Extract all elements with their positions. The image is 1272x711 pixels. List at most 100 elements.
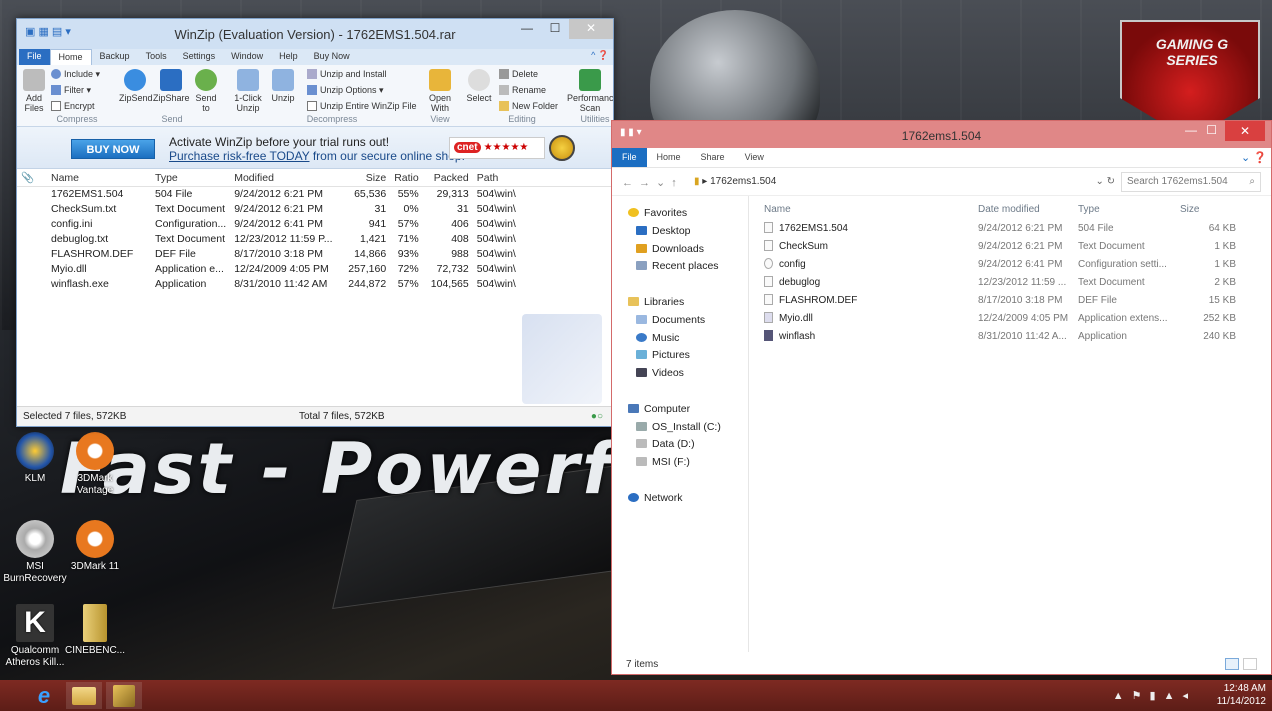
buy-now-button[interactable]: BUY NOW bbox=[71, 139, 155, 159]
one-click-unzip-button[interactable]: 1-Click Unzip bbox=[231, 69, 265, 113]
explorer-titlebar[interactable]: ▮ ▮ ▾ 1762ems1.504 — ☐ ✕ bbox=[612, 121, 1271, 148]
column-name[interactable]: Name bbox=[760, 200, 974, 219]
nav-recent-places[interactable]: Recent places bbox=[622, 258, 742, 276]
nav-desktop[interactable]: Desktop bbox=[622, 223, 742, 241]
column-size[interactable]: Size bbox=[338, 169, 391, 187]
table-row[interactable]: winflash 8/31/2010 11:42 A... Application 2… bbox=[760, 327, 1240, 345]
purchase-link[interactable]: Purchase risk-free TODAY bbox=[169, 149, 310, 163]
new-folder-button[interactable]: New Folder bbox=[499, 101, 558, 111]
table-row[interactable]: CheckSum 9/24/2012 6:21 PM Text Document 1 … bbox=[760, 237, 1240, 255]
file-explorer-taskbar-button[interactable] bbox=[66, 682, 102, 709]
table-row[interactable]: debuglog.txt Text Document 12/23/2012 11:5… bbox=[17, 232, 613, 247]
nav-downloads[interactable]: Downloads bbox=[622, 241, 742, 259]
nav-videos[interactable]: Videos bbox=[622, 365, 742, 383]
nav-documents[interactable]: Documents bbox=[622, 312, 742, 330]
table-row[interactable]: Myio.dll 12/24/2009 4:05 PM Application ex… bbox=[760, 309, 1240, 327]
large-icons-view-icon[interactable] bbox=[1243, 658, 1257, 670]
nav-music[interactable]: Music bbox=[622, 330, 742, 348]
include-dropdown[interactable]: Include ▾ bbox=[51, 69, 100, 80]
tab-file[interactable]: File bbox=[612, 148, 647, 167]
address-bar[interactable]: ▮ ▸ 1762ems1.504 bbox=[694, 174, 1092, 190]
tab-tools[interactable]: Tools bbox=[138, 49, 175, 65]
table-row[interactable]: FLASHROM.DEF 8/17/2010 3:18 PM DEF File 15 … bbox=[760, 291, 1240, 309]
tab-home[interactable]: Home bbox=[647, 148, 691, 167]
column-path[interactable]: Path bbox=[472, 169, 613, 187]
navigation-arrows[interactable]: ←→⌄↑ bbox=[622, 176, 683, 189]
nav-pictures[interactable]: Pictures bbox=[622, 347, 742, 365]
desktop-icon-3dmark-11[interactable]: 3DMark 11 bbox=[60, 520, 130, 573]
winzip-taskbar-button[interactable] bbox=[106, 682, 142, 709]
unzip-entire-checkbox[interactable]: Unzip Entire WinZip File bbox=[307, 101, 417, 111]
help-icon[interactable]: ⌄ ❓ bbox=[1241, 151, 1267, 164]
minimize-button[interactable]: — bbox=[1185, 123, 1197, 137]
select-button[interactable]: Select bbox=[465, 69, 493, 103]
nav-favorites[interactable]: Favorites bbox=[622, 205, 742, 223]
open-with-button[interactable]: Open With bbox=[425, 69, 455, 113]
table-row[interactable]: debuglog 12/23/2012 11:59 ... Text Documen… bbox=[760, 273, 1240, 291]
attach-icon-header[interactable]: 📎 bbox=[17, 169, 47, 187]
table-row[interactable]: config.ini Configuration... 9/24/2012 6:41… bbox=[17, 217, 613, 232]
maximize-button[interactable]: ☐ bbox=[1206, 123, 1217, 137]
table-row[interactable]: config 9/24/2012 6:41 PM Configuration set… bbox=[760, 255, 1240, 273]
clock[interactable]: 12:48 AM 11/14/2012 bbox=[1217, 682, 1266, 708]
tab-backup[interactable]: Backup bbox=[92, 49, 138, 65]
desktop-icon-3dmark-vantage[interactable]: 3DMark Vantage bbox=[60, 432, 130, 497]
column-type[interactable]: Type bbox=[151, 169, 231, 187]
tab-window[interactable]: Window bbox=[223, 49, 271, 65]
zipsend-button[interactable]: ZipSend bbox=[119, 69, 153, 103]
close-button[interactable]: ✕ bbox=[569, 19, 613, 39]
tab-home[interactable]: Home bbox=[49, 49, 92, 65]
unzip-button[interactable]: Unzip bbox=[269, 69, 297, 103]
column-size[interactable]: Size bbox=[1176, 200, 1240, 219]
encrypt-checkbox[interactable]: Encrypt bbox=[51, 101, 95, 111]
nav-computer[interactable]: Computer bbox=[622, 401, 742, 419]
details-view-icon[interactable] bbox=[1225, 658, 1239, 670]
column-ratio[interactable]: Ratio bbox=[390, 169, 423, 187]
nav-network[interactable]: Network bbox=[622, 490, 742, 508]
table-row[interactable]: winflash.exe Application 8/31/2010 11:42 A… bbox=[17, 277, 613, 292]
checkbox-icon bbox=[307, 101, 317, 111]
nav-libraries[interactable]: Libraries bbox=[622, 294, 742, 312]
table-row[interactable]: CheckSum.txt Text Document 9/24/2012 6:21 … bbox=[17, 202, 613, 217]
delete-button[interactable]: Delete bbox=[499, 69, 538, 79]
tab-settings[interactable]: Settings bbox=[175, 49, 224, 65]
add-files-button[interactable]: Add Files bbox=[21, 69, 47, 113]
breadcrumb-folder[interactable]: 1762ems1.504 bbox=[710, 176, 776, 187]
refresh-icon[interactable]: ⌄ ↻ bbox=[1095, 176, 1115, 187]
column-name[interactable]: Name bbox=[47, 169, 151, 187]
search-input[interactable]: Search 1762ems1.504 ⌕ bbox=[1121, 172, 1261, 192]
table-row[interactable]: Myio.dll Application e... 12/24/2009 4:05 … bbox=[17, 262, 613, 277]
close-button[interactable]: ✕ bbox=[1225, 121, 1265, 141]
performance-scan-button[interactable]: Performance Scan bbox=[567, 69, 613, 113]
help-icon[interactable]: ^ ❓ bbox=[591, 50, 609, 61]
desktop-icon-cinebench[interactable]: CINEBENC... bbox=[60, 604, 130, 657]
nav-drive-c[interactable]: OS_Install (C:) bbox=[622, 419, 742, 437]
column-packed[interactable]: Packed bbox=[422, 169, 473, 187]
winzip-titlebar[interactable]: ▣ ▦ ▤ ▾ WinZip (Evaluation Version) - 17… bbox=[17, 19, 613, 49]
send-to-button[interactable]: Send to bbox=[191, 69, 221, 113]
unzip-and-install-button[interactable]: Unzip and Install bbox=[307, 69, 387, 79]
column-modified[interactable]: Modified bbox=[230, 169, 339, 187]
tab-help[interactable]: Help bbox=[271, 49, 306, 65]
tab-share[interactable]: Share bbox=[691, 148, 735, 167]
tab-file[interactable]: File bbox=[19, 49, 50, 65]
tab-view[interactable]: View bbox=[735, 148, 774, 167]
zipshare-button[interactable]: ZipShare bbox=[153, 69, 190, 103]
column-date-modified[interactable]: Date modified bbox=[974, 200, 1074, 219]
internet-explorer-icon[interactable]: e bbox=[26, 682, 62, 709]
nav-label: Downloads bbox=[652, 242, 704, 255]
filter-dropdown[interactable]: Filter ▾ bbox=[51, 85, 91, 96]
nav-drive-d[interactable]: Data (D:) bbox=[622, 436, 742, 454]
column-type[interactable]: Type bbox=[1074, 200, 1176, 219]
minimize-button[interactable]: — bbox=[513, 19, 541, 39]
table-row[interactable]: 1762EMS1.504 9/24/2012 6:21 PM 504 File 64 … bbox=[760, 219, 1240, 237]
nav-drive-f[interactable]: MSI (F:) bbox=[622, 454, 742, 472]
rename-button[interactable]: Rename bbox=[499, 85, 546, 95]
maximize-button[interactable]: ☐ bbox=[541, 19, 569, 39]
system-tray-icons[interactable]: ▲⚑▮▲◂ bbox=[1113, 689, 1196, 702]
unzip-options-dropdown[interactable]: Unzip Options ▾ bbox=[307, 85, 384, 96]
table-row[interactable]: FLASHROM.DEF DEF File 8/17/2010 3:18 PM 14,… bbox=[17, 247, 613, 262]
table-row[interactable]: 1762EMS1.504 504 File 9/24/2012 6:21 PM 65,… bbox=[17, 187, 613, 202]
pane-divider[interactable] bbox=[748, 196, 749, 652]
tab-buy-now[interactable]: Buy Now bbox=[306, 49, 358, 65]
